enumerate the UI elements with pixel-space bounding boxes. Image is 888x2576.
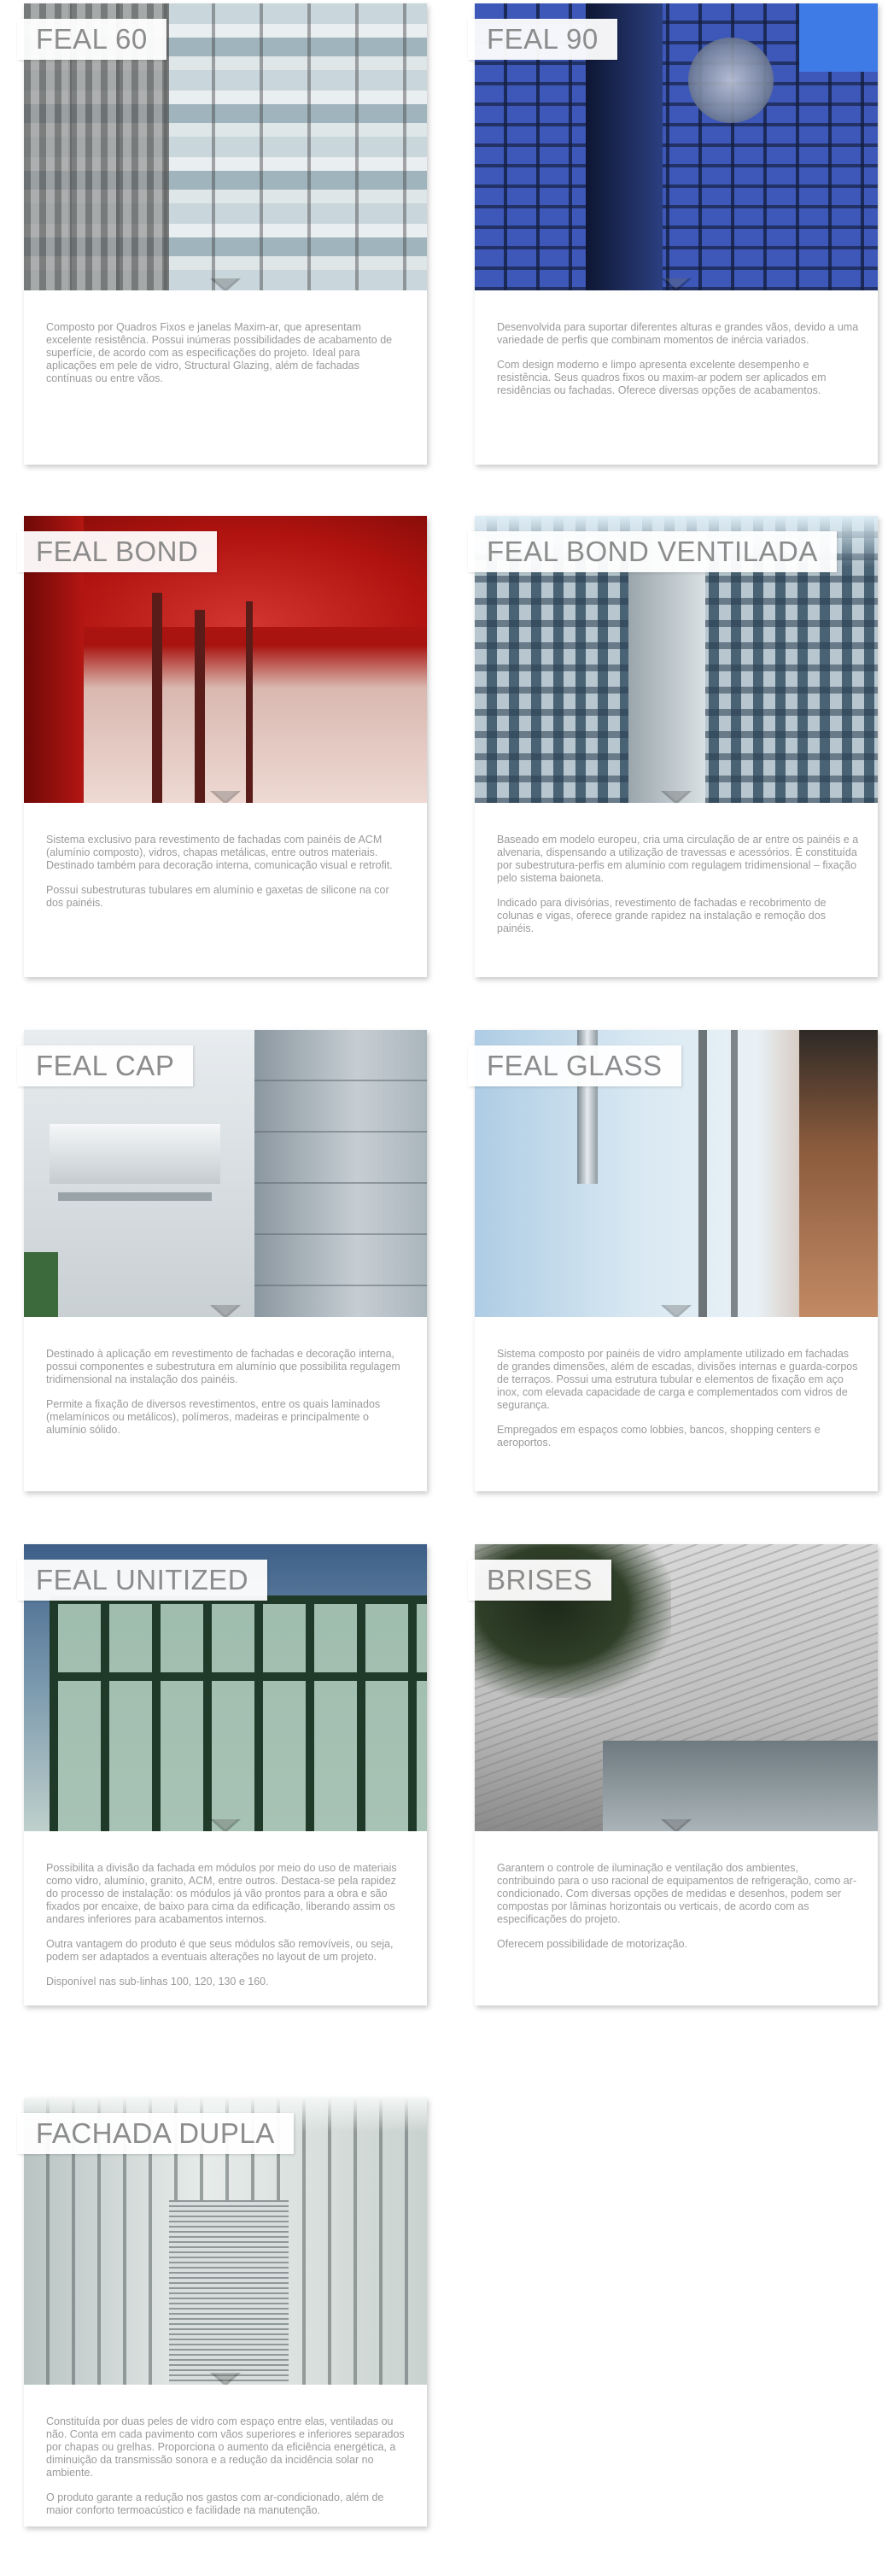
- product-title: FEAL CAP: [17, 1045, 194, 1086]
- product-title: FEAL 60: [17, 19, 166, 60]
- product-card-brises[interactable]: BRISES Garantem o controle de iluminação…: [468, 1544, 878, 2005]
- description-paragraph: Oferecem possibilidade de motorização.: [497, 1938, 688, 1950]
- product-description: Constituída por duas peles de vidro com …: [46, 2415, 408, 2529]
- product-card-feal-90[interactable]: FEAL 90 Desenvolvida para suportar difer…: [468, 3, 878, 465]
- product-description: Sistema exclusivo para revestimento de f…: [46, 834, 408, 922]
- product-title: FEAL BOND VENTILADA: [468, 531, 837, 572]
- description-paragraph: O produto garante a redução nos gastos c…: [46, 2491, 384, 2516]
- description-paragraph: Outra vantagem do produto é que seus mód…: [46, 1938, 394, 1963]
- product-title: FEAL UNITIZED: [17, 1560, 268, 1601]
- product-card-feal-bond[interactable]: FEAL BOND Sistema exclusivo para revesti…: [17, 516, 427, 977]
- description-paragraph: Composto por Quadros Fixos e janelas Max…: [46, 321, 393, 384]
- product-title: FEAL BOND: [17, 531, 218, 572]
- product-card-fachada-dupla[interactable]: FACHADA DUPLA Constituída por duas peles…: [17, 2098, 427, 2529]
- product-description: Possibilita a divisão da fachada em módu…: [46, 1862, 408, 2000]
- product-description: Sistema composto por painéis de vidro am…: [497, 1348, 859, 1461]
- description-paragraph: Destinado à aplicação em revestimento de…: [46, 1348, 400, 1385]
- product-description: Desenvolvida para suportar diferentes al…: [497, 321, 859, 409]
- product-card-feal-glass[interactable]: FEAL GLASS Sistema composto por painéis …: [468, 1030, 878, 1491]
- product-title: BRISES: [468, 1560, 612, 1601]
- product-description: Baseado em modelo europeu, cria uma circ…: [497, 834, 859, 947]
- description-paragraph: Empregados em espaços como lobbies, banc…: [497, 1424, 821, 1449]
- description-paragraph: Baseado em modelo europeu, cria uma circ…: [497, 834, 859, 884]
- description-paragraph: Sistema composto por painéis de vidro am…: [497, 1348, 858, 1411]
- product-title: FEAL GLASS: [468, 1045, 681, 1086]
- description-paragraph: Indicado para divisórias, revestimento d…: [497, 897, 827, 934]
- product-description: Destinado à aplicação em revestimento de…: [46, 1348, 408, 1449]
- description-paragraph: Garantem o controle de iluminação e vent…: [497, 1862, 857, 1925]
- description-paragraph: Constituída por duas peles de vidro com …: [46, 2415, 405, 2479]
- product-grid: FEAL 60 Composto por Quadros Fixos e jan…: [0, 0, 888, 2576]
- product-title: FEAL 90: [468, 19, 617, 60]
- description-paragraph: Com design moderno e limpo apresenta exc…: [497, 359, 827, 396]
- product-card-feal-unitized[interactable]: FEAL UNITIZED Possibilita a divisão da f…: [17, 1544, 427, 2005]
- product-card-feal-60[interactable]: FEAL 60 Composto por Quadros Fixos e jan…: [17, 3, 427, 465]
- product-title: FACHADA DUPLA: [17, 2113, 294, 2154]
- product-description: Garantem o controle de iluminação e vent…: [497, 1862, 859, 1963]
- description-paragraph: Permite a fixação de diversos revestimen…: [46, 1398, 381, 1436]
- description-paragraph: Disponível nas sub-linhas 100, 120, 130 …: [46, 1976, 269, 1988]
- description-paragraph: Possibilita a divisão da fachada em módu…: [46, 1862, 397, 1925]
- product-description: Composto por Quadros Fixos e janelas Max…: [46, 321, 408, 397]
- description-paragraph: Possui subestruturas tubulares em alumín…: [46, 884, 389, 909]
- product-card-feal-bond-ventilada[interactable]: FEAL BOND VENTILADA Baseado em modelo eu…: [468, 516, 878, 977]
- product-card-feal-cap[interactable]: FEAL CAP Destinado à aplicação em revest…: [17, 1030, 427, 1491]
- description-paragraph: Sistema exclusivo para revestimento de f…: [46, 834, 393, 871]
- description-paragraph: Desenvolvida para suportar diferentes al…: [497, 321, 859, 346]
